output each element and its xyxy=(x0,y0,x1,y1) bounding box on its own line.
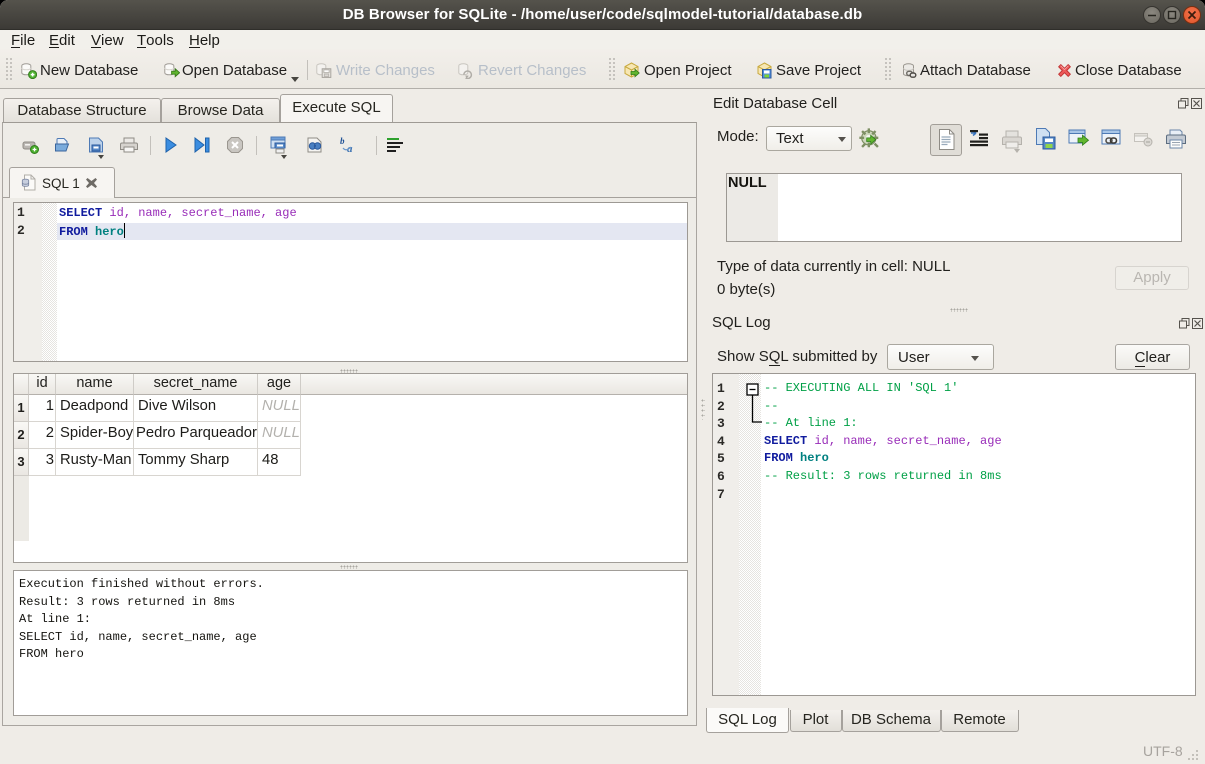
svg-text:b: b xyxy=(340,136,345,146)
